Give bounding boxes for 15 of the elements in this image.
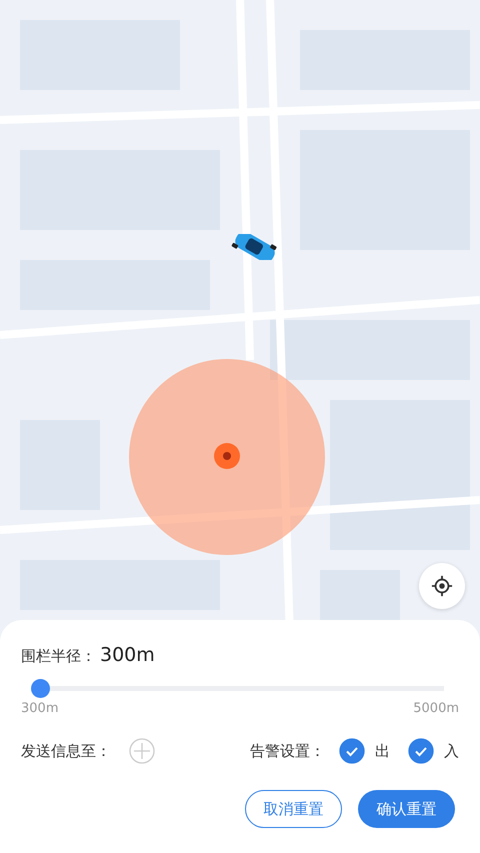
min-label: 300m	[21, 701, 58, 716]
max-label: 5000m	[413, 701, 459, 716]
checkbox[interactable]	[408, 738, 434, 764]
confirm-button[interactable]: 确认重置	[358, 790, 455, 828]
slider-thumb[interactable]	[31, 679, 50, 698]
send-to-label: 发送信息至：	[21, 742, 111, 760]
checkbox[interactable]	[339, 738, 365, 764]
cancel-button[interactable]: 取消重置	[245, 790, 342, 828]
option-label: 出	[375, 742, 390, 760]
radius-label: 围栏半径：	[21, 647, 96, 666]
locate-icon	[431, 575, 453, 597]
radius-value: 300m	[100, 644, 155, 666]
option-label: 入	[444, 742, 459, 760]
alarm-label: 告警设置：	[250, 742, 325, 760]
location-pin-icon	[214, 443, 240, 469]
